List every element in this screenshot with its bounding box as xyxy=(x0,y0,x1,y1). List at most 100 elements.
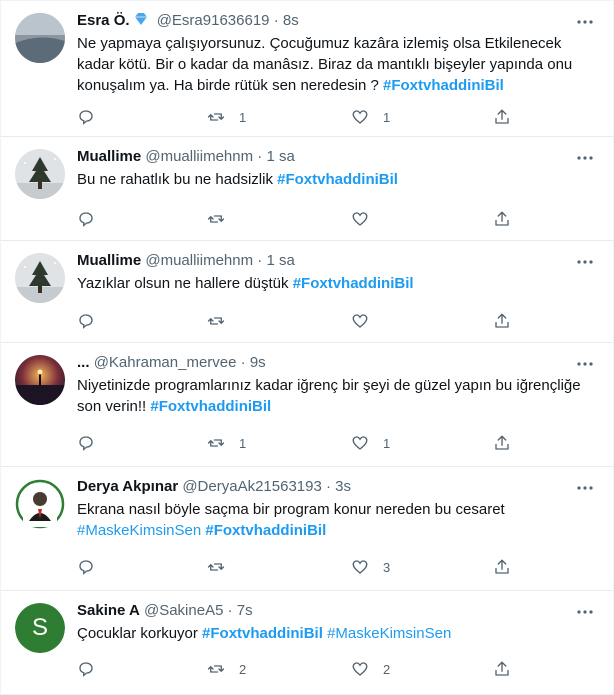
reply-button[interactable] xyxy=(77,433,95,453)
separator-dot: · xyxy=(227,602,233,619)
retweet-button[interactable] xyxy=(207,209,239,229)
share-button[interactable] xyxy=(493,107,511,127)
hashtag-link[interactable]: #FoxtvhaddiniBil xyxy=(205,522,326,539)
reply-button[interactable] xyxy=(77,209,95,229)
tweet-header: Muallime @mualliimehnm · 1 sa xyxy=(77,251,295,271)
more-icon[interactable] xyxy=(575,151,595,165)
tweet-actions: 1 1 xyxy=(77,433,517,453)
hashtag-link[interactable]: #FoxtvhaddiniBil xyxy=(293,275,414,292)
tweet-2[interactable]: Muallime @mualliimehnm · 1 sa Bu ne raha… xyxy=(1,137,613,241)
like-count: 1 xyxy=(383,109,391,125)
reply-button[interactable] xyxy=(77,107,95,127)
tweet-4[interactable]: ... @Kahraman_mervee · 9s Niyetinizde pr… xyxy=(1,343,613,467)
like-button[interactable] xyxy=(351,311,383,331)
author-handle[interactable]: @Esra91636619 xyxy=(157,12,270,29)
avatar-muallime[interactable] xyxy=(15,253,65,303)
reply-button[interactable] xyxy=(77,311,95,331)
retweet-count: 2 xyxy=(239,661,247,677)
tweet-time[interactable]: 1 sa xyxy=(266,252,294,269)
hashtag-link[interactable]: #FoxtvhaddiniBil xyxy=(202,625,323,642)
like-button[interactable]: 3 xyxy=(351,557,390,577)
tweet-6[interactable]: S Sakine A @SakineA5 · 7s Çocuklar korku… xyxy=(1,591,613,695)
hashtag-link[interactable]: #MaskeKimsinSen xyxy=(77,522,201,539)
separator-dot: · xyxy=(325,478,331,495)
tweet-time[interactable]: 3s xyxy=(335,478,351,495)
more-icon[interactable] xyxy=(575,481,595,495)
avatar-derya[interactable] xyxy=(15,479,65,529)
separator-dot: · xyxy=(273,12,279,29)
like-button[interactable]: 1 xyxy=(351,433,390,453)
avatar-sakine[interactable]: S xyxy=(15,603,65,653)
retweet-button[interactable]: 2 xyxy=(207,659,246,679)
share-button[interactable] xyxy=(493,311,511,331)
like-count: 2 xyxy=(383,661,391,677)
tweet-actions: 1 1 xyxy=(77,107,517,127)
avatar-esra[interactable] xyxy=(15,13,65,63)
tweet-time[interactable]: 9s xyxy=(250,354,266,371)
author-handle[interactable]: @mualliimehnm xyxy=(145,252,253,269)
like-count: 1 xyxy=(383,435,391,451)
like-icon xyxy=(352,212,368,226)
avatar-muallime[interactable] xyxy=(15,149,65,199)
tweet-time[interactable]: 1 sa xyxy=(266,148,294,165)
tweet-header: Esra Ö. @Esra91636619 · 8s xyxy=(77,11,299,31)
more-icon[interactable] xyxy=(575,357,595,371)
share-icon xyxy=(495,109,509,124)
reply-icon xyxy=(79,662,93,677)
tweet-actions: 2 2 xyxy=(77,659,517,679)
hashtag-link[interactable]: #FoxtvhaddiniBil xyxy=(383,77,504,94)
tweet-3[interactable]: Muallime @mualliimehnm · 1 sa Yazıklar o… xyxy=(1,241,613,343)
reply-button[interactable] xyxy=(77,659,95,679)
author-name[interactable]: Derya Akpınar xyxy=(77,478,178,495)
share-button[interactable] xyxy=(493,433,511,453)
retweet-button[interactable]: 1 xyxy=(207,433,246,453)
like-button[interactable]: 2 xyxy=(351,659,390,679)
retweet-icon xyxy=(207,215,225,223)
author-name[interactable]: Muallime xyxy=(77,252,141,269)
tweet-header: Sakine A @SakineA5 · 7s xyxy=(77,601,253,621)
hashtag-link[interactable]: #MaskeKimsinSen xyxy=(327,625,451,642)
share-button[interactable] xyxy=(493,209,511,229)
share-icon xyxy=(495,559,509,574)
avatar-letter: S xyxy=(15,603,65,653)
reply-icon xyxy=(79,314,93,329)
retweet-button[interactable] xyxy=(207,311,239,331)
author-handle[interactable]: @mualliimehnm xyxy=(145,148,253,165)
more-icon[interactable] xyxy=(575,255,595,269)
reply-button[interactable] xyxy=(77,557,95,577)
retweet-icon xyxy=(207,317,225,325)
separator-dot: · xyxy=(257,252,263,269)
avatar-kahraman[interactable] xyxy=(15,355,65,405)
like-button[interactable]: 1 xyxy=(351,107,390,127)
author-name[interactable]: Muallime xyxy=(77,148,141,165)
author-name[interactable]: ... xyxy=(77,354,90,371)
hashtag-link[interactable]: #FoxtvhaddiniBil xyxy=(277,171,398,188)
retweet-count: 1 xyxy=(239,109,247,125)
like-button[interactable] xyxy=(351,209,383,229)
hashtag-link[interactable]: #FoxtvhaddiniBil xyxy=(150,398,271,415)
retweet-count: 1 xyxy=(239,435,247,451)
tweet-text-part: Ekrana nasıl böyle saçma bir program kon… xyxy=(77,501,505,518)
author-handle[interactable]: @Kahraman_mervee xyxy=(94,354,237,371)
like-icon xyxy=(352,560,368,574)
more-icon[interactable] xyxy=(575,605,595,619)
retweet-button[interactable]: 1 xyxy=(207,107,246,127)
author-name[interactable]: Sakine A xyxy=(77,602,140,619)
tweet-time[interactable]: 7s xyxy=(237,602,253,619)
separator-dot: · xyxy=(257,148,263,165)
share-button[interactable] xyxy=(493,557,511,577)
tweet-time[interactable]: 8s xyxy=(283,12,299,29)
retweet-icon xyxy=(207,439,225,447)
tweet-1[interactable]: Esra Ö. @Esra91636619 · 8s Ne yapmaya ça… xyxy=(1,1,613,137)
retweet-button[interactable] xyxy=(207,557,239,577)
reply-icon xyxy=(79,110,93,125)
author-handle[interactable]: @SakineA5 xyxy=(144,602,223,619)
tweet-text-part: Çocuklar korkuyor xyxy=(77,625,203,642)
tweet-5[interactable]: Derya Akpınar @DeryaAk21563193 · 3s Ekra… xyxy=(1,467,613,591)
share-button[interactable] xyxy=(493,659,511,679)
author-handle[interactable]: @DeryaAk21563193 xyxy=(182,478,321,495)
reply-icon xyxy=(79,436,93,451)
retweet-icon xyxy=(207,113,225,121)
author-name[interactable]: Esra Ö. xyxy=(77,12,130,29)
more-icon[interactable] xyxy=(575,15,595,29)
